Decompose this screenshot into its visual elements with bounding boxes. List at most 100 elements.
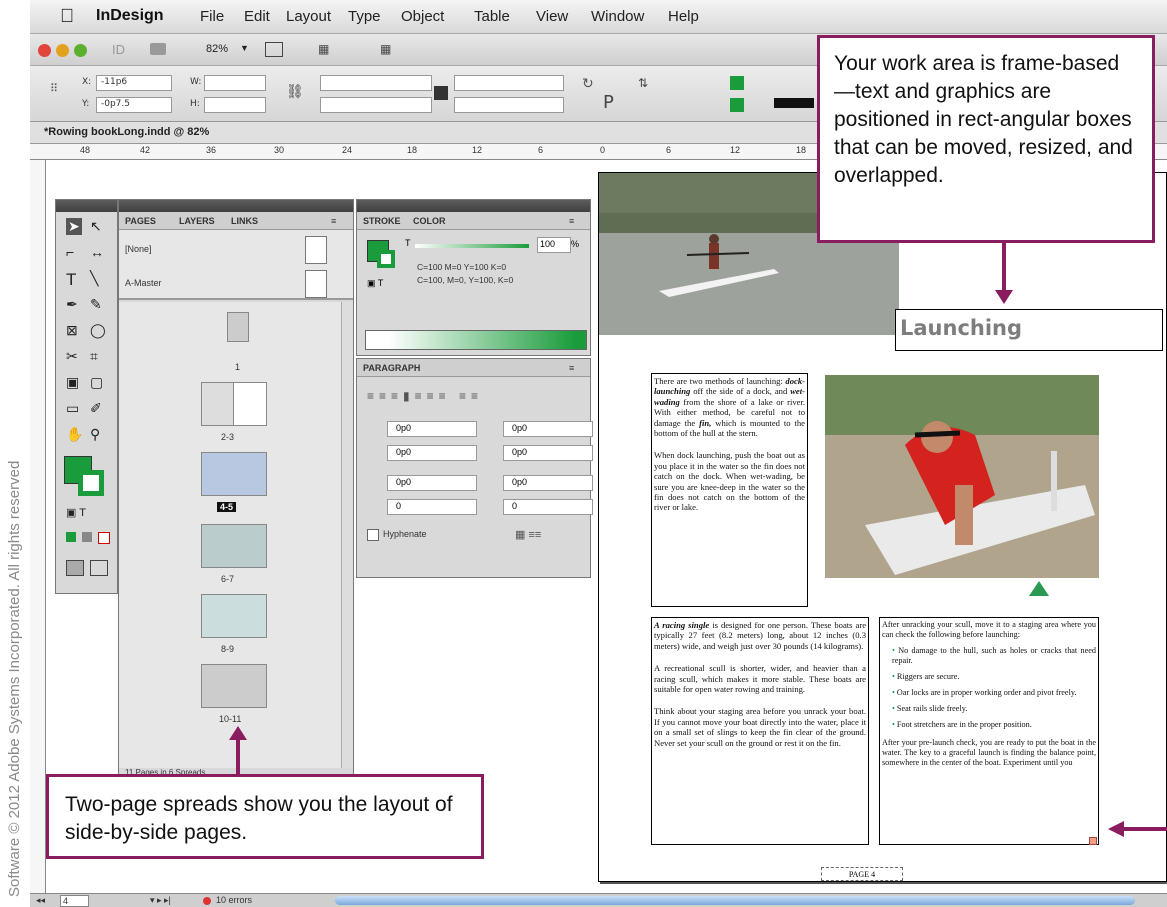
type-tool-icon[interactable]: T bbox=[66, 270, 76, 290]
free-transform-tool-icon[interactable]: ⌗ bbox=[90, 348, 98, 365]
a-master-label[interactable]: A-Master bbox=[125, 278, 162, 288]
last-line-indent-field[interactable]: 0p0 bbox=[503, 445, 593, 461]
page-thumb-1[interactable] bbox=[227, 312, 249, 342]
line-tool-icon[interactable]: ╲ bbox=[90, 270, 98, 287]
type-path-icon[interactable]: P bbox=[603, 92, 614, 113]
drop-cap-chars-field[interactable]: 0 bbox=[503, 499, 593, 515]
arrange-documents-icon[interactable]: ▦ bbox=[380, 42, 391, 56]
panel-menu-icon[interactable]: ≡ bbox=[569, 363, 574, 373]
tint-field[interactable]: 100 bbox=[537, 237, 571, 253]
zoom-tool-icon[interactable]: ⚲ bbox=[90, 426, 100, 443]
rotate-icon[interactable]: ↻ bbox=[582, 76, 594, 92]
stroke-style-field[interactable] bbox=[774, 98, 814, 108]
constrain-proportions-icon[interactable]: ⛓ bbox=[286, 84, 304, 100]
gradient-feather-tool-icon[interactable]: ▢ bbox=[90, 374, 103, 391]
pen-tool-icon[interactable]: ✒ bbox=[66, 296, 78, 313]
tab-layers[interactable]: LAYERS bbox=[179, 216, 215, 226]
text-frame-2[interactable]: A racing single is designed for one pers… bbox=[651, 617, 869, 845]
rectangle-frame-tool-icon[interactable]: ⊠ bbox=[66, 322, 78, 339]
mini-bridge-icon[interactable] bbox=[150, 43, 166, 55]
color-panel-header[interactable] bbox=[357, 200, 590, 212]
scissors-tool-icon[interactable]: ✂ bbox=[66, 348, 78, 365]
page-thumb-3[interactable] bbox=[233, 382, 267, 426]
space-after-field[interactable]: 0p0 bbox=[503, 475, 593, 491]
tools-panel-header[interactable] bbox=[56, 200, 117, 212]
none-master-thumb[interactable] bbox=[305, 236, 327, 264]
pencil-tool-icon[interactable]: ✎ bbox=[90, 296, 102, 313]
apply-none-icon[interactable] bbox=[98, 532, 110, 544]
preview-mode-icon[interactable] bbox=[90, 560, 108, 576]
screen-mode-icon[interactable]: ▦ bbox=[318, 42, 329, 56]
first-line-indent-field[interactable]: 0p0 bbox=[387, 445, 477, 461]
a-master-thumb[interactable] bbox=[305, 270, 327, 298]
heading-frame[interactable]: Launching bbox=[895, 309, 1163, 351]
apply-gradient-icon[interactable] bbox=[82, 532, 92, 542]
pages-panel-header[interactable] bbox=[119, 200, 353, 212]
horizontal-scrollbar[interactable] bbox=[335, 896, 1135, 905]
minimize-window-button[interactable] bbox=[56, 44, 69, 57]
stroke-swatch[interactable] bbox=[730, 98, 744, 112]
menu-window[interactable]: Window bbox=[591, 8, 644, 25]
hyphenate-checkbox[interactable] bbox=[367, 529, 379, 541]
stroke-color-swatch[interactable] bbox=[78, 470, 104, 496]
tint-slider[interactable] bbox=[415, 244, 529, 248]
page-tool-icon[interactable]: ⌐ bbox=[66, 244, 74, 260]
bridge-icon[interactable]: ID bbox=[112, 42, 125, 57]
view-options-icon[interactable] bbox=[265, 42, 283, 57]
preflight-errors[interactable]: 10 errors bbox=[216, 895, 252, 905]
formatting-container-icon[interactable]: ▣ T bbox=[66, 506, 86, 519]
height-field[interactable] bbox=[204, 97, 266, 113]
alignment-buttons[interactable]: ≡≡≡▮≡≡≡ ≡≡ bbox=[367, 389, 483, 403]
note-tool-icon[interactable]: ▭ bbox=[66, 400, 79, 417]
text-frame-icon[interactable] bbox=[434, 86, 448, 100]
apply-color-icon[interactable] bbox=[66, 532, 76, 542]
tab-links[interactable]: LINKS bbox=[231, 216, 258, 226]
grid-align-buttons[interactable]: ▦ ≡≡ bbox=[515, 528, 541, 541]
page-thumb-10-11[interactable] bbox=[201, 664, 267, 708]
y-position-field[interactable]: -0p7.5 bbox=[96, 97, 172, 113]
error-indicator-icon[interactable] bbox=[203, 897, 211, 905]
page-thumb-4-5[interactable] bbox=[201, 452, 267, 496]
page-thumb-6-7[interactable] bbox=[201, 524, 267, 568]
hand-tool-icon[interactable]: ✋ bbox=[66, 426, 83, 443]
menu-layout[interactable]: Layout bbox=[286, 8, 331, 25]
panel-menu-icon[interactable]: ≡ bbox=[331, 216, 336, 226]
next-page-icon[interactable]: ▾ ▸ ▸| bbox=[150, 895, 171, 906]
chevron-down-icon[interactable]: ▼ bbox=[240, 43, 249, 53]
ellipse-tool-icon[interactable]: ◯ bbox=[90, 322, 106, 339]
close-window-button[interactable] bbox=[38, 44, 51, 57]
flip-icon[interactable]: ⇅ bbox=[638, 76, 648, 90]
menu-type[interactable]: Type bbox=[348, 8, 381, 25]
menu-file[interactable]: File bbox=[200, 8, 224, 25]
apple-icon[interactable]:  bbox=[60, 6, 74, 28]
rower-photo[interactable] bbox=[825, 375, 1099, 578]
normal-view-icon[interactable] bbox=[66, 560, 84, 576]
page-number-field[interactable]: 4 bbox=[60, 895, 90, 907]
none-master-label[interactable]: [None] bbox=[125, 244, 152, 254]
right-indent-field[interactable]: 0p0 bbox=[503, 421, 593, 437]
first-page-icon[interactable]: ◂◂ bbox=[36, 895, 45, 906]
vertical-ruler[interactable] bbox=[30, 160, 46, 897]
text-frame-3[interactable]: After unracking your scull, move it to a… bbox=[879, 617, 1099, 845]
menu-help[interactable]: Help bbox=[668, 8, 699, 25]
scale-y-field[interactable] bbox=[320, 97, 432, 113]
page-thumb-2[interactable] bbox=[201, 382, 235, 426]
document-page[interactable]: Launching There are two methods of launc… bbox=[598, 172, 1167, 882]
space-before-field[interactable]: 0p0 bbox=[387, 475, 477, 491]
formatting-text-icon[interactable]: ▣ T bbox=[367, 278, 383, 289]
scale-x-field[interactable] bbox=[320, 75, 432, 91]
color-stroke-swatch[interactable] bbox=[377, 250, 395, 268]
menu-view[interactable]: View bbox=[536, 8, 568, 25]
gap-tool-icon[interactable]: ↔ bbox=[90, 244, 104, 260]
gradient-tool-icon[interactable]: ▣ bbox=[66, 374, 79, 391]
color-ramp[interactable] bbox=[365, 330, 587, 350]
tab-pages[interactable]: PAGES bbox=[125, 216, 156, 226]
menu-object[interactable]: Object bbox=[401, 8, 444, 25]
pages-scrollbar[interactable] bbox=[341, 302, 353, 768]
text-frame-1[interactable]: There are two methods of launching: dock… bbox=[651, 373, 808, 607]
fill-swatch[interactable] bbox=[730, 76, 744, 90]
panel-menu-icon[interactable]: ≡ bbox=[569, 216, 574, 226]
direct-selection-tool-icon[interactable]: ↖ bbox=[90, 218, 102, 235]
overset-text-icon[interactable] bbox=[1089, 837, 1097, 845]
page-thumb-8-9[interactable] bbox=[201, 594, 267, 638]
